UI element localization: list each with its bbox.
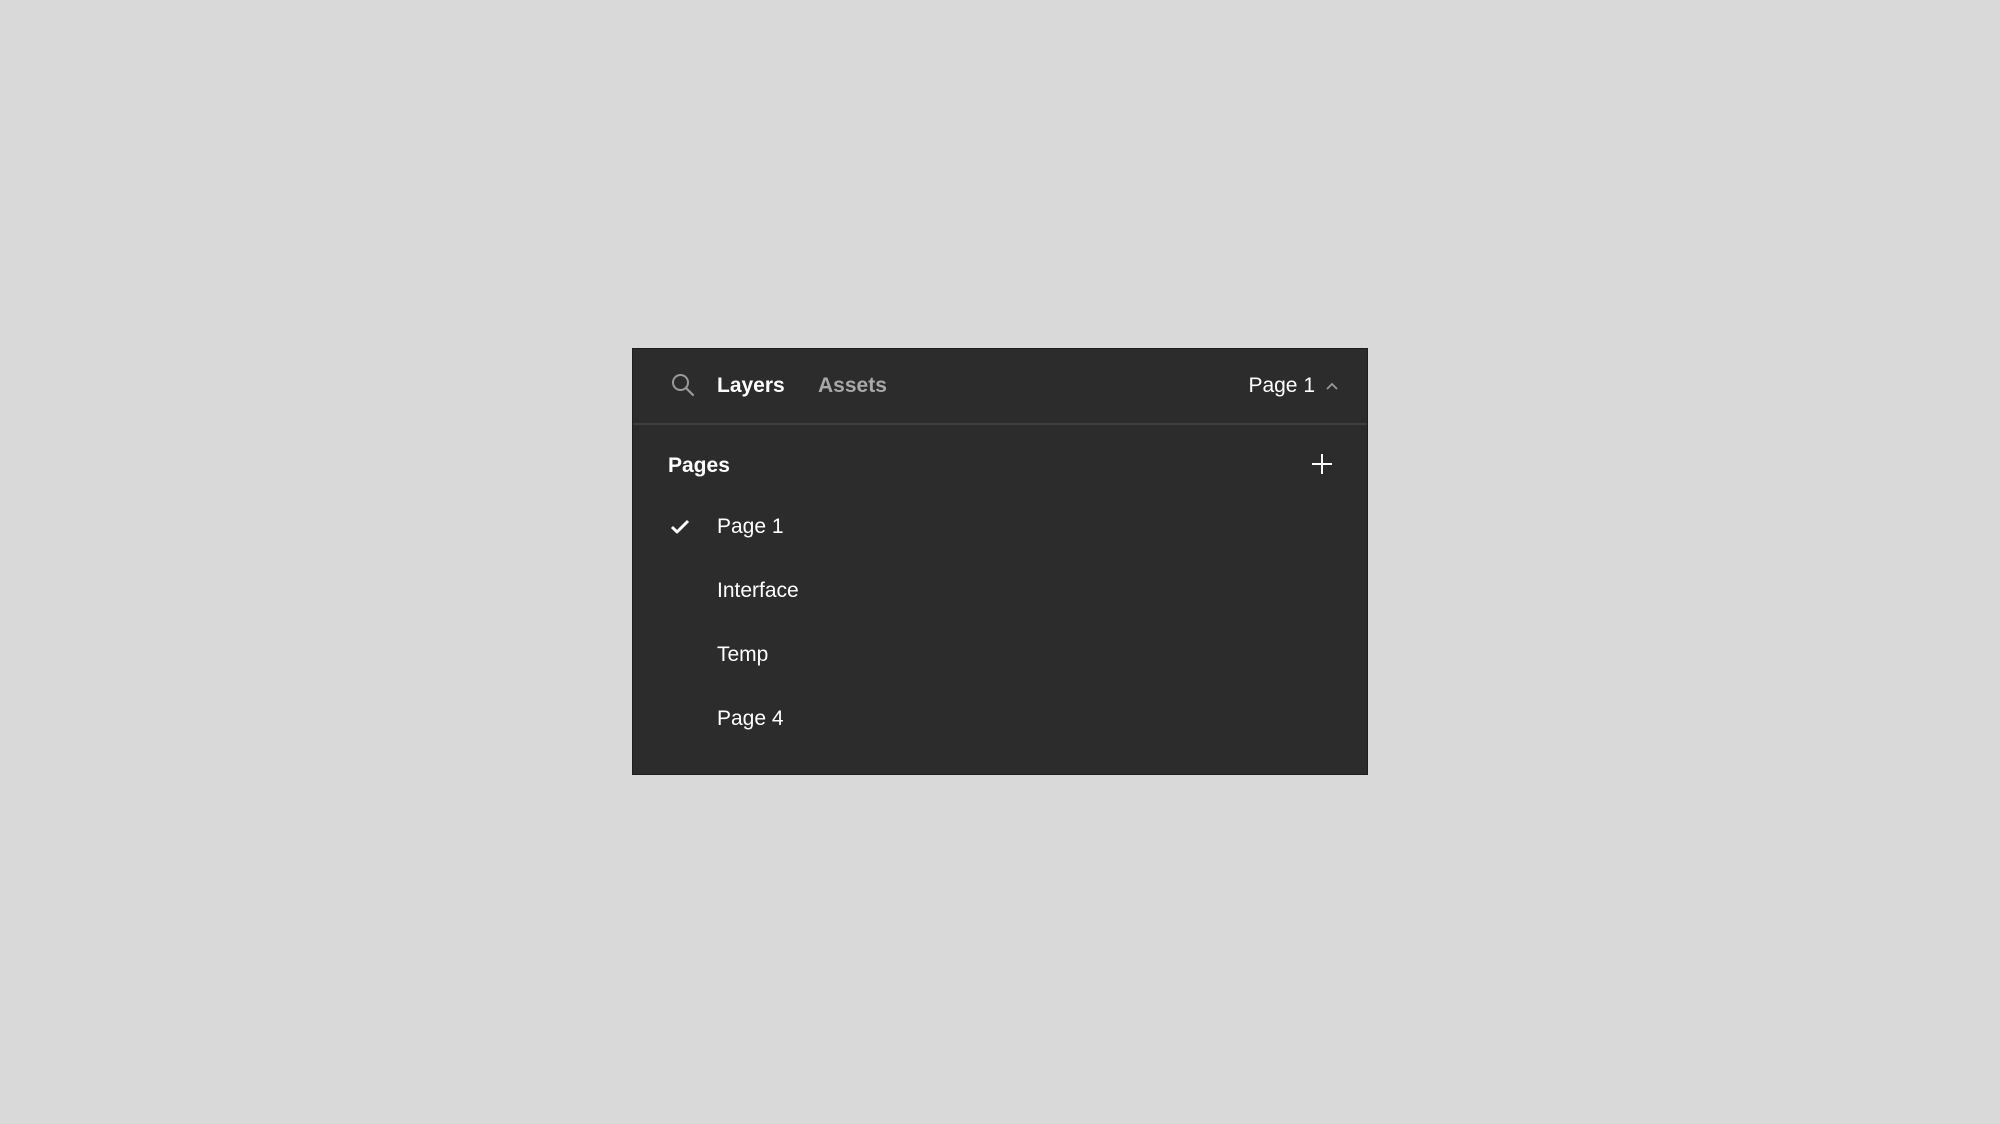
tab-layers[interactable]: Layers [717, 373, 785, 399]
chevron-up-icon [1326, 382, 1338, 390]
page-item-temp[interactable]: Temp [633, 627, 1367, 691]
page-item-label: Page 4 [717, 707, 784, 730]
check-icon [670, 519, 690, 534]
page-switcher[interactable]: Page 1 [1248, 373, 1339, 399]
pages-section-header: Pages [633, 425, 1367, 499]
page-item-label: Page 1 [717, 515, 784, 538]
page-item-label: Temp [717, 643, 769, 666]
page-list: Page 1 Interface Temp Page 4 [633, 499, 1367, 755]
page-item-page-4[interactable]: Page 4 [633, 691, 1367, 755]
plus-icon [1312, 454, 1332, 474]
current-page-label: Page 1 [1248, 374, 1315, 397]
panel-header: Layers Assets Page 1 [633, 349, 1367, 425]
layers-panel: Layers Assets Page 1 Pages Page 1 Interf… [632, 348, 1368, 775]
page-item-label: Interface [717, 579, 799, 602]
add-page-button[interactable] [1307, 449, 1337, 479]
search-icon[interactable] [670, 372, 696, 398]
page-item-page-1[interactable]: Page 1 [633, 499, 1367, 563]
page-item-interface[interactable]: Interface [633, 563, 1367, 627]
tab-assets[interactable]: Assets [818, 373, 887, 399]
pages-title: Pages [668, 454, 730, 477]
